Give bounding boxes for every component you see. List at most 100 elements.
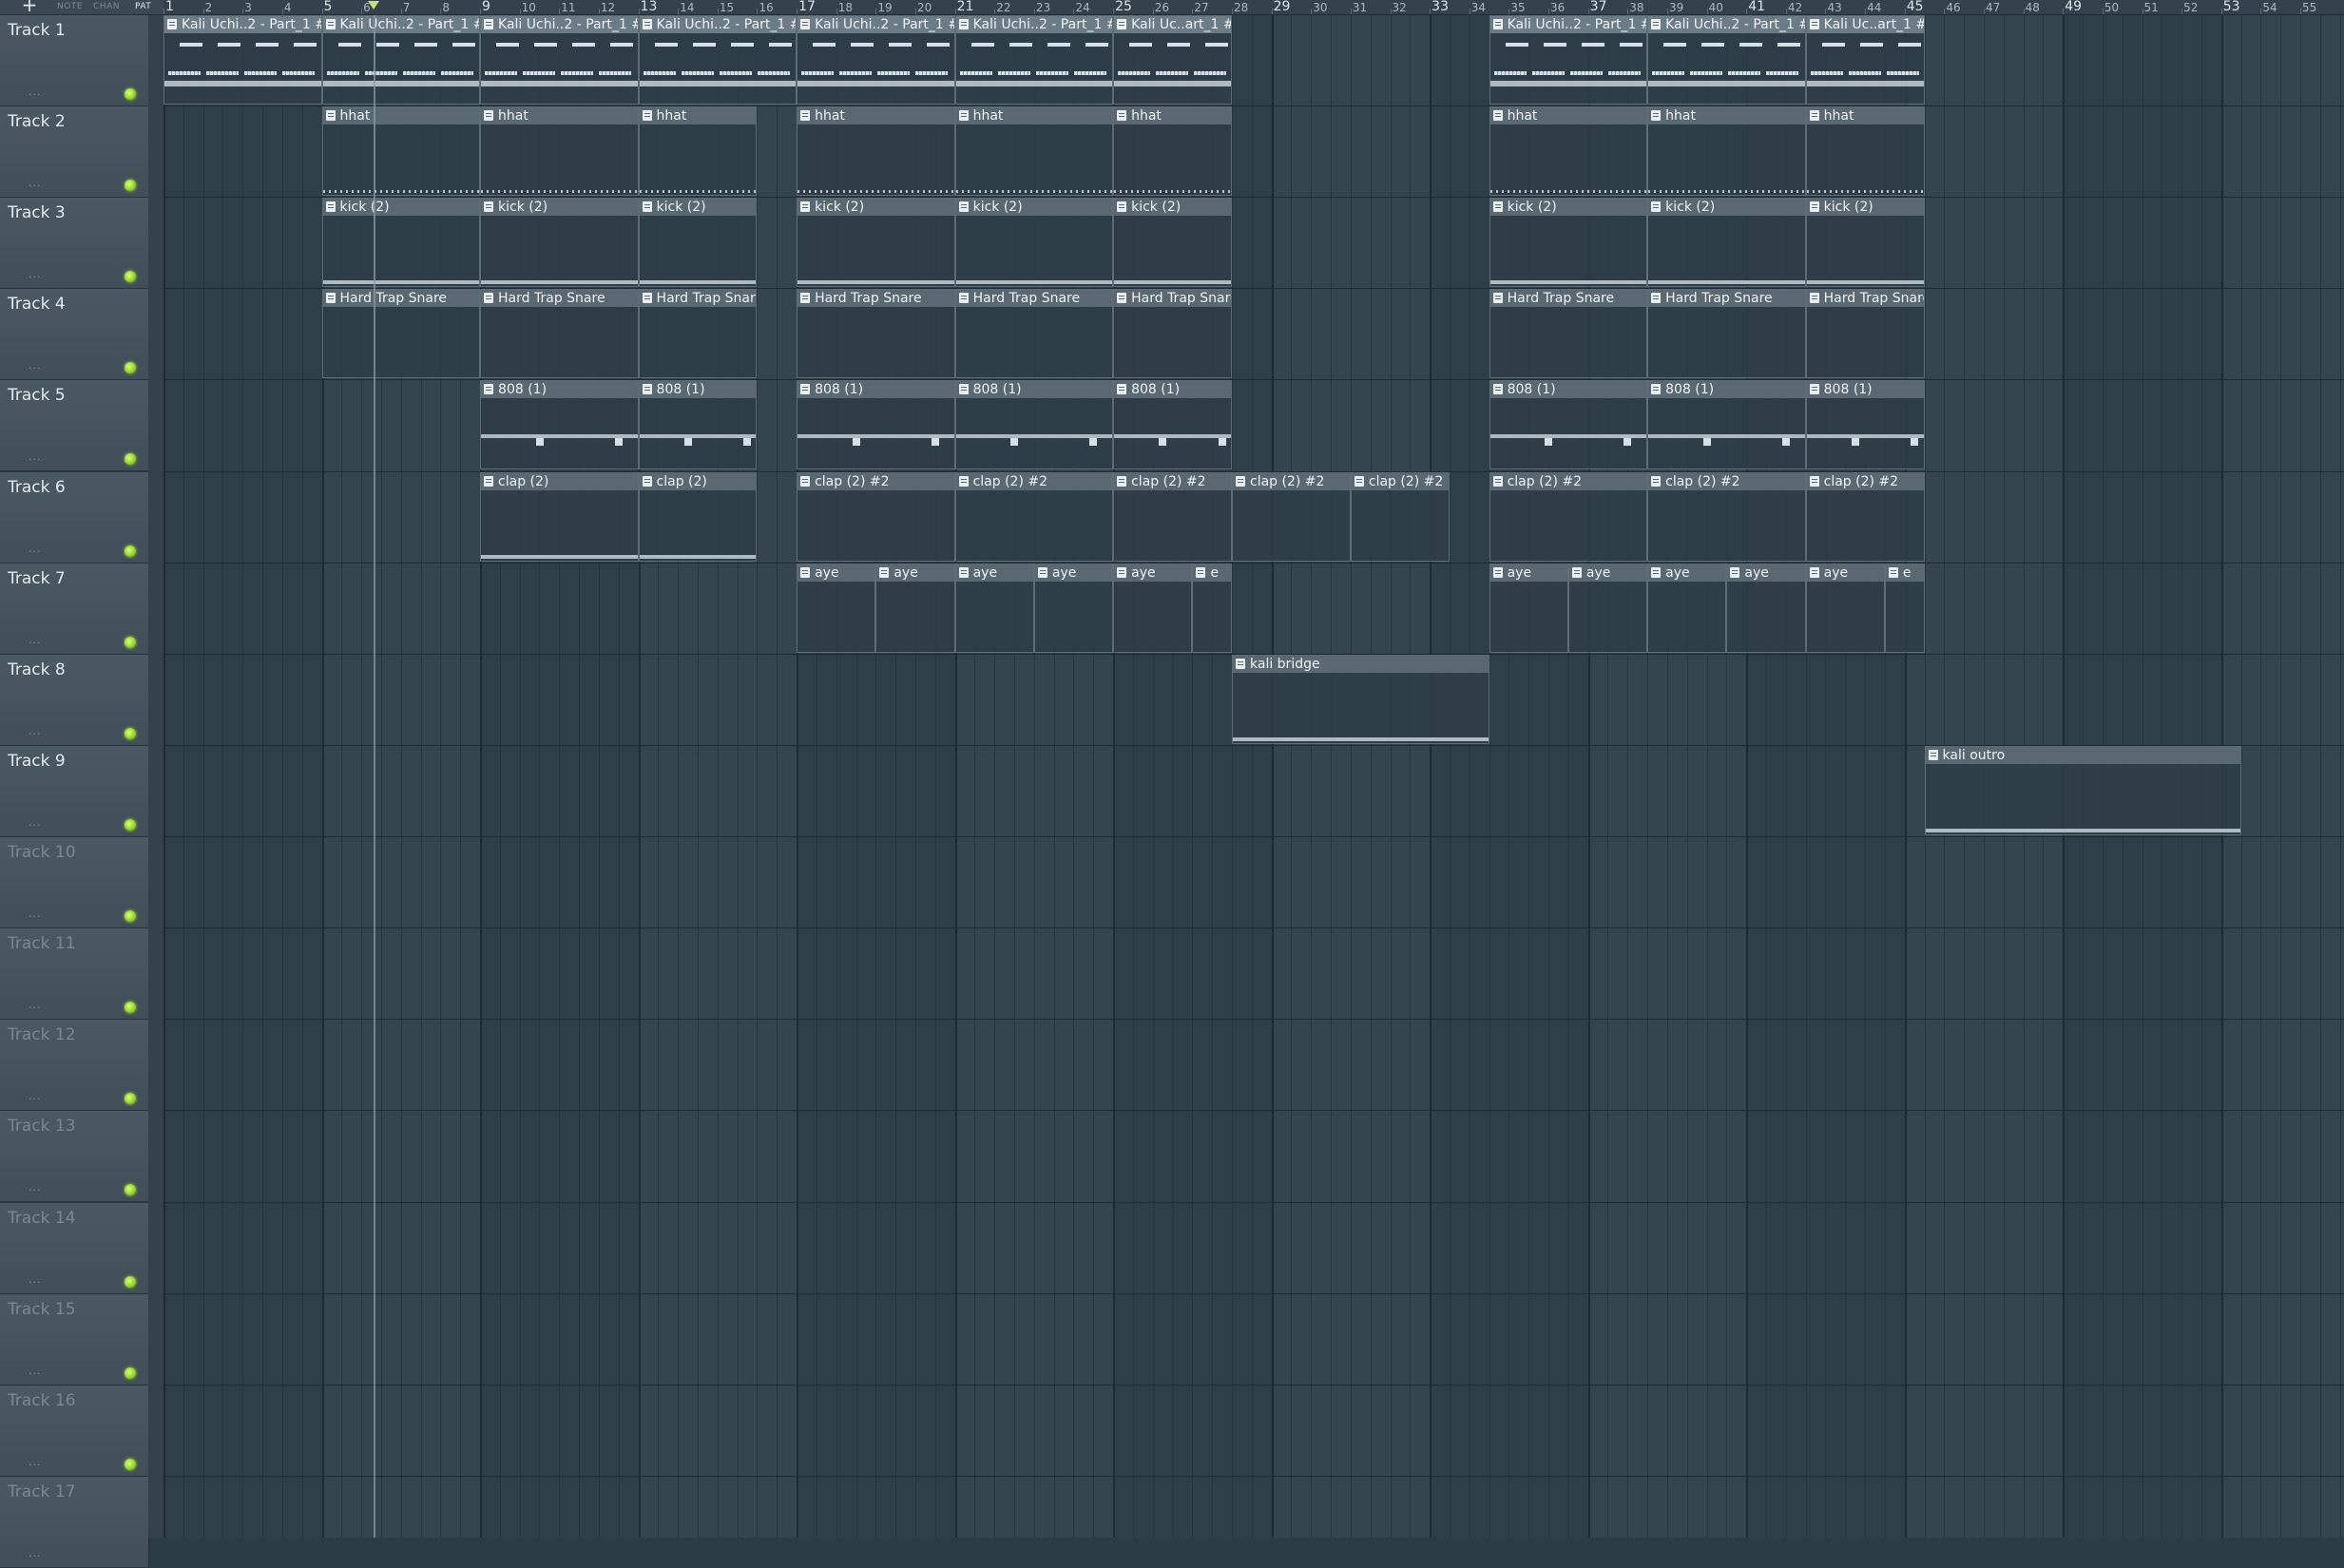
pattern-menu-icon[interactable] — [1888, 566, 1898, 578]
track-header[interactable]: Track 2... — [0, 106, 149, 199]
playlist-grid[interactable]: Kali Uchi..2 - Part_1 #2 Kali Uchi..2 - P… — [163, 15, 2344, 1538]
pattern-menu-icon[interactable] — [167, 19, 177, 29]
pattern-menu-icon[interactable] — [1809, 475, 1819, 487]
track-header[interactable]: Track 8... — [0, 654, 149, 746]
pattern-menu-icon[interactable] — [800, 19, 811, 29]
playlist-clip[interactable]: 808 (1) — [954, 380, 1114, 470]
pattern-menu-icon[interactable] — [1196, 566, 1206, 578]
playlist-clip[interactable]: Kali Uchi..2 - Part_1 #2 — [163, 15, 322, 105]
track-header[interactable]: Track 6... — [0, 471, 149, 564]
track-name[interactable]: Track 9 — [8, 752, 66, 771]
playlist-clip[interactable]: aye — [1647, 563, 1727, 653]
pattern-menu-icon[interactable] — [325, 19, 336, 29]
playlist-clip[interactable]: kick (2) — [638, 198, 758, 288]
playlist-clip[interactable]: clap (2) — [638, 471, 758, 562]
playlist-clip[interactable]: aye — [1805, 563, 1885, 653]
playlist-clip[interactable]: kick (2) — [480, 198, 639, 288]
track-mute-led-icon[interactable] — [125, 910, 136, 923]
mode-pat-button[interactable]: PAT — [135, 2, 151, 11]
track-options-dots[interactable]: ... — [29, 1547, 42, 1559]
playlist-clip[interactable]: aye — [1567, 563, 1648, 653]
track-mute-led-icon[interactable] — [125, 1184, 136, 1196]
pattern-menu-icon[interactable] — [1809, 19, 1819, 29]
pattern-menu-icon[interactable] — [642, 110, 652, 122]
pattern-menu-icon[interactable] — [800, 293, 811, 304]
playlist-clip[interactable]: aye — [797, 563, 876, 653]
playlist-clip[interactable]: Kali Uchi..2 - Part_1 #2 — [480, 15, 639, 105]
playlist-clip[interactable]: Hard Trap Snare — [954, 289, 1114, 379]
pattern-menu-icon[interactable] — [484, 201, 494, 213]
playlist-clip[interactable]: Kali Uc..art_1 #2 — [1113, 15, 1232, 105]
pattern-menu-icon[interactable] — [1236, 475, 1245, 487]
track-header[interactable]: Track 16... — [0, 1385, 149, 1477]
track-name[interactable]: Track 5 — [8, 386, 66, 405]
add-track-button[interactable]: + — [17, 0, 42, 14]
playlist-clip[interactable]: kick (2) — [1647, 198, 1806, 288]
pattern-menu-icon[interactable] — [800, 201, 811, 213]
pattern-menu-icon[interactable] — [958, 384, 969, 395]
playlist-clip[interactable]: kick (2) — [321, 198, 481, 288]
pattern-menu-icon[interactable] — [1117, 110, 1127, 122]
pattern-menu-icon[interactable] — [642, 475, 652, 487]
playlist-clip[interactable]: hhat — [797, 106, 955, 197]
track-name[interactable]: Track 17 — [8, 1482, 76, 1501]
playlist-clip[interactable]: hhat — [1805, 106, 1925, 197]
track-mute-led-icon[interactable] — [125, 362, 136, 374]
track-header[interactable]: Track 3... — [0, 198, 149, 290]
pattern-menu-icon[interactable] — [642, 19, 652, 29]
track-header[interactable]: Track 10... — [0, 837, 149, 929]
playlist-clip[interactable]: 808 (1) — [480, 380, 639, 470]
pattern-menu-icon[interactable] — [1117, 293, 1127, 304]
playlist-clip[interactable]: hhat — [1113, 106, 1232, 197]
playlist-clip[interactable]: clap (2) #2 — [1232, 471, 1351, 562]
pattern-menu-icon[interactable] — [642, 384, 652, 395]
track-name[interactable]: Track 8 — [8, 660, 66, 679]
playlist-clip[interactable]: 808 (1) — [1805, 380, 1925, 470]
pattern-menu-icon[interactable] — [1809, 110, 1819, 122]
track-header[interactable]: Track 4... — [0, 289, 149, 381]
track-header[interactable]: Track 9... — [0, 745, 149, 837]
playlist-clip[interactable]: hhat — [1489, 106, 1648, 197]
pattern-menu-icon[interactable] — [1809, 201, 1819, 213]
pattern-menu-icon[interactable] — [1651, 110, 1662, 122]
pattern-menu-icon[interactable] — [958, 201, 969, 213]
playlist-clip[interactable]: Hard Trap Snare — [480, 289, 639, 379]
pattern-menu-icon[interactable] — [958, 475, 969, 487]
track-name[interactable]: Track 6 — [8, 478, 66, 497]
pattern-menu-icon[interactable] — [325, 201, 336, 213]
playlist-clip[interactable]: aye — [875, 563, 955, 653]
track-options-dots[interactable]: ... — [29, 1090, 42, 1102]
track-options-dots[interactable]: ... — [29, 86, 42, 98]
pattern-menu-icon[interactable] — [800, 384, 811, 395]
playlist-clip[interactable]: 808 (1) — [1489, 380, 1648, 470]
track-options-dots[interactable]: ... — [29, 177, 42, 189]
track-name[interactable]: Track 15 — [8, 1300, 76, 1319]
playlist-clip[interactable]: hhat — [321, 106, 481, 197]
playlist-clip[interactable]: clap (2) #2 — [1805, 471, 1925, 562]
track-name[interactable]: Track 16 — [8, 1391, 76, 1410]
pattern-menu-icon[interactable] — [1809, 293, 1819, 304]
pattern-menu-icon[interactable] — [800, 566, 811, 578]
playlist-clip[interactable]: clap (2) #2 — [1489, 471, 1648, 562]
playlist-clip[interactable]: kick (2) — [954, 198, 1114, 288]
playlist-clip[interactable]: Kali Uchi..2 - Part_1 #2 — [321, 15, 481, 105]
track-name[interactable]: Track 2 — [8, 112, 66, 131]
pattern-menu-icon[interactable] — [1117, 475, 1127, 487]
playlist-clip[interactable]: Kali Uchi..2 - Part_1 #2 — [1489, 15, 1648, 105]
playhead-line[interactable] — [373, 15, 375, 1538]
pattern-menu-icon[interactable] — [1236, 658, 1245, 669]
track-name[interactable]: Track 3 — [8, 203, 66, 222]
pattern-menu-icon[interactable] — [1651, 293, 1662, 304]
playlist-clip[interactable]: hhat — [1647, 106, 1806, 197]
pattern-menu-icon[interactable] — [879, 566, 890, 578]
track-options-dots[interactable]: ... — [29, 908, 42, 920]
track-mute-led-icon[interactable] — [125, 180, 136, 192]
track-header[interactable]: Track 11... — [0, 928, 149, 1021]
pattern-menu-icon[interactable] — [642, 293, 652, 304]
pattern-menu-icon[interactable] — [325, 293, 336, 304]
track-header[interactable]: Track 5... — [0, 380, 149, 472]
pattern-menu-icon[interactable] — [1117, 566, 1127, 578]
playlist-clip[interactable]: Kali Uchi..2 - Part_1 #2 — [954, 15, 1114, 105]
track-mute-led-icon[interactable] — [125, 545, 136, 557]
pattern-menu-icon[interactable] — [484, 110, 494, 122]
